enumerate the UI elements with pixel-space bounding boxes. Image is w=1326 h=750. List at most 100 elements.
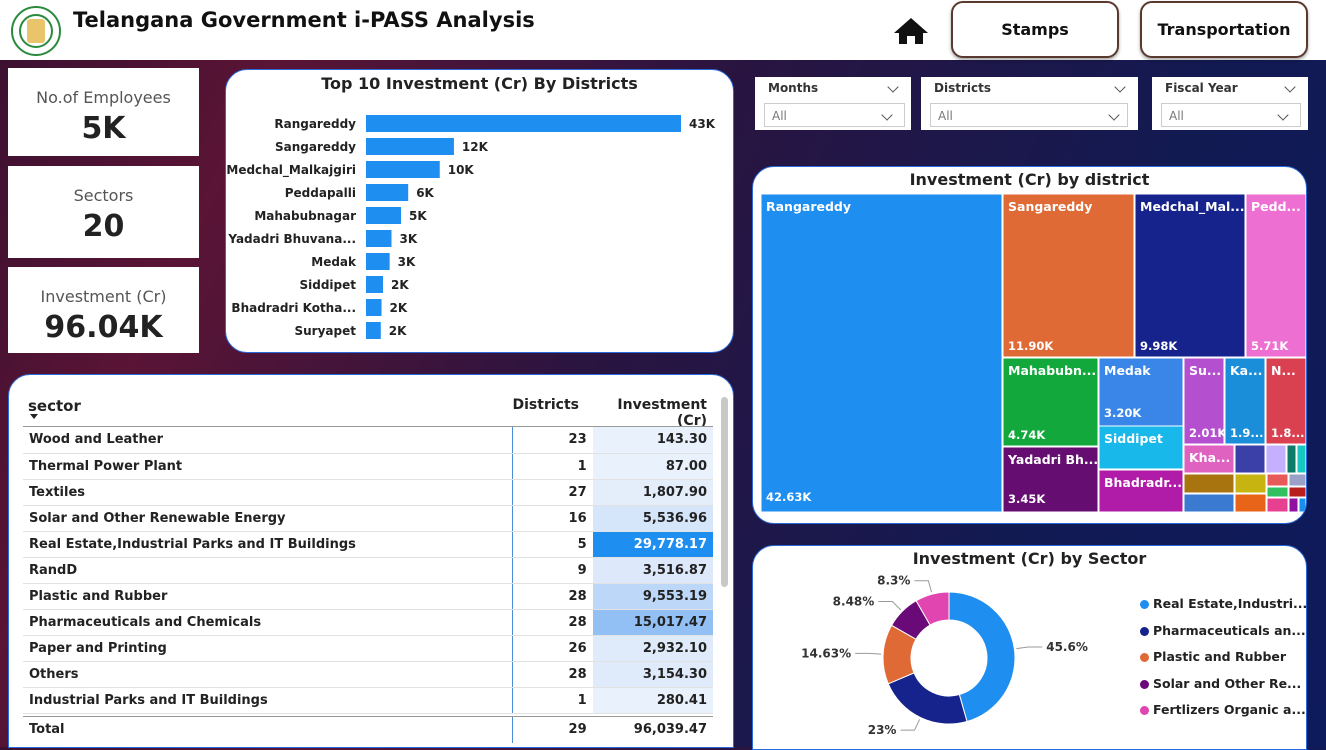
donut-leader-line bbox=[914, 580, 932, 593]
donut-plot: 45.6% 23% 14.63% 8.48%8.3% bbox=[801, 574, 1088, 737]
treemap-tile[interactable] bbox=[1245, 193, 1306, 358]
table-row[interactable]: Wood and Leather 23 143.30 bbox=[23, 427, 713, 454]
treemap-tile-label: Siddipet bbox=[1104, 431, 1163, 446]
treemap-tile-value: 9.98K bbox=[1140, 339, 1178, 353]
home-button[interactable] bbox=[888, 12, 934, 52]
bar[interactable] bbox=[366, 322, 381, 339]
table-row[interactable]: Textiles 27 1,807.90 bbox=[23, 479, 713, 506]
stamps-button[interactable]: Stamps bbox=[951, 1, 1119, 58]
bar[interactable] bbox=[366, 161, 440, 178]
treemap-tile-value: 11.90K bbox=[1008, 339, 1054, 353]
treemap-tile-small[interactable] bbox=[1266, 497, 1289, 513]
bar-category-label: Peddapalli bbox=[285, 186, 356, 200]
sector-cell: Textiles bbox=[23, 479, 513, 506]
legend-item[interactable]: Solar and Other Re... bbox=[1140, 676, 1301, 691]
bar[interactable] bbox=[366, 184, 409, 201]
treemap-tile-small[interactable] bbox=[1288, 473, 1306, 487]
investment-cell: 15,017.47 bbox=[592, 609, 713, 636]
legend-item[interactable]: Plastic and Rubber bbox=[1140, 649, 1286, 664]
legend-marker bbox=[1140, 706, 1149, 715]
column-header-sector[interactable]: sector bbox=[28, 397, 81, 415]
bar-category-label: Bhadradri Kotha... bbox=[231, 301, 356, 315]
table-scrollbar[interactable] bbox=[721, 397, 728, 587]
investment-cell: 87.00 bbox=[592, 453, 713, 480]
districts-cell: 1 bbox=[511, 453, 593, 480]
table-row[interactable]: Plastic and Rubber 28 9,553.19 bbox=[23, 583, 713, 610]
treemap-tile-small[interactable] bbox=[1296, 444, 1306, 474]
districts-cell: 28 bbox=[511, 583, 593, 610]
treemap-tile-small[interactable] bbox=[1234, 444, 1266, 474]
treemap-tile-value: 2.01K bbox=[1189, 426, 1227, 440]
bar-category-label: Medchal_Malkajgiri bbox=[226, 163, 356, 178]
bar[interactable] bbox=[366, 207, 402, 224]
treemap-tile-small[interactable] bbox=[1183, 473, 1235, 494]
districts-dropdown[interactable]: All bbox=[930, 103, 1128, 127]
bar[interactable] bbox=[366, 299, 382, 316]
months-slicer[interactable]: Months All bbox=[755, 77, 911, 130]
table-row[interactable]: Others 28 3,154.30 bbox=[23, 661, 713, 688]
districts-cell: 28 bbox=[511, 661, 593, 688]
treemap-tile-small[interactable] bbox=[1298, 497, 1306, 513]
districts-slicer[interactable]: Districts All bbox=[921, 77, 1138, 130]
bar-data-label: 2K bbox=[391, 278, 409, 292]
treemap-tile-small[interactable] bbox=[1234, 493, 1267, 513]
treemap-tile-value: 3.45K bbox=[1008, 492, 1046, 506]
districts-cell: 16 bbox=[511, 505, 593, 532]
slicer-label: Districts bbox=[934, 81, 991, 95]
bar[interactable] bbox=[366, 230, 392, 247]
bar-data-label: 6K bbox=[416, 186, 434, 200]
table-row[interactable]: Industrial Parks and IT Buildings 1 280.41 bbox=[23, 687, 713, 714]
treemap-tile-label: Pedd... bbox=[1251, 199, 1301, 214]
donut-leader-line bbox=[1016, 646, 1043, 650]
column-header-districts[interactable]: Districts bbox=[509, 397, 579, 413]
fiscal-year-slicer[interactable]: Fiscal Year All bbox=[1152, 77, 1308, 130]
legend-item[interactable]: Fertlizers Organic a... bbox=[1140, 702, 1306, 717]
donut-data-label: 23% bbox=[868, 723, 897, 737]
table-row[interactable]: Paper and Printing 26 2,932.10 bbox=[23, 635, 713, 662]
column-header-investment[interactable]: Investment (Cr) bbox=[587, 397, 707, 429]
table-row[interactable]: Solar and Other Renewable Energy 16 5,536.… bbox=[23, 505, 713, 532]
treemap-tile-small[interactable] bbox=[1265, 444, 1287, 474]
treemap-tile-small[interactable] bbox=[1266, 486, 1289, 498]
treemap-tile-small[interactable] bbox=[1183, 493, 1235, 513]
treemap-plot: Rangareddy 42.63K Sangareddy 11.90K Medchal_… bbox=[760, 193, 1306, 513]
legend-label: Pharmaceuticals an... bbox=[1153, 622, 1306, 638]
treemap-tile-label: Sangareddy bbox=[1008, 199, 1092, 214]
donut-slice[interactable] bbox=[887, 672, 968, 725]
table-row[interactable]: Real Estate,Industrial Parks and IT Buil… bbox=[23, 531, 713, 558]
treemap-tile-small[interactable] bbox=[1288, 497, 1299, 513]
districts-cell: 28 bbox=[511, 609, 593, 636]
sector-table-panel: sector Districts Investment (Cr) Wood an… bbox=[8, 374, 734, 748]
treemap-tile-small[interactable] bbox=[1266, 473, 1289, 487]
sector-cell: Thermal Power Plant bbox=[23, 453, 513, 480]
bar-category-label: Sangareddy bbox=[275, 140, 356, 154]
table-row[interactable]: RandD 9 3,516.87 bbox=[23, 557, 713, 584]
treemap-tile[interactable] bbox=[1134, 193, 1246, 358]
investment-cell: 280.41 bbox=[592, 687, 713, 714]
legend-item[interactable]: Pharmaceuticals an... bbox=[1140, 623, 1306, 638]
legend-label: Real Estate,Industri... bbox=[1153, 596, 1308, 611]
sector-cell: Others bbox=[23, 661, 513, 688]
bar[interactable] bbox=[366, 115, 681, 132]
treemap-tile-small[interactable] bbox=[1286, 444, 1297, 474]
treemap-tile-small[interactable] bbox=[1288, 486, 1306, 498]
bar[interactable] bbox=[366, 253, 390, 270]
table-row[interactable]: Pharmaceuticals and Chemicals 28 15,017.47 bbox=[23, 609, 713, 636]
districts-cell: 26 bbox=[511, 635, 593, 662]
treemap-tile-value: 5.71K bbox=[1251, 339, 1289, 353]
treemap-tile-value: 1.8... bbox=[1271, 426, 1304, 440]
page-title: Telangana Government i-PASS Analysis bbox=[73, 8, 535, 32]
legend-item[interactable]: Real Estate,Industri... bbox=[1140, 596, 1307, 611]
bar[interactable] bbox=[366, 138, 454, 155]
bar-data-label: 3K bbox=[398, 255, 416, 269]
treemap-tile-small[interactable] bbox=[1234, 473, 1267, 494]
treemap-tile-value: 4.74K bbox=[1008, 428, 1046, 442]
bar-data-label: 10K bbox=[448, 163, 475, 177]
bar[interactable] bbox=[366, 276, 383, 293]
transportation-button[interactable]: Transportation bbox=[1140, 1, 1308, 58]
table-row[interactable]: Thermal Power Plant 1 87.00 bbox=[23, 453, 713, 480]
treemap-tile[interactable] bbox=[760, 193, 1003, 513]
kpi-sectors-card: Sectors 20 bbox=[8, 166, 199, 258]
districts-cell: 23 bbox=[511, 427, 593, 454]
treemap-tile[interactable] bbox=[1002, 193, 1135, 358]
